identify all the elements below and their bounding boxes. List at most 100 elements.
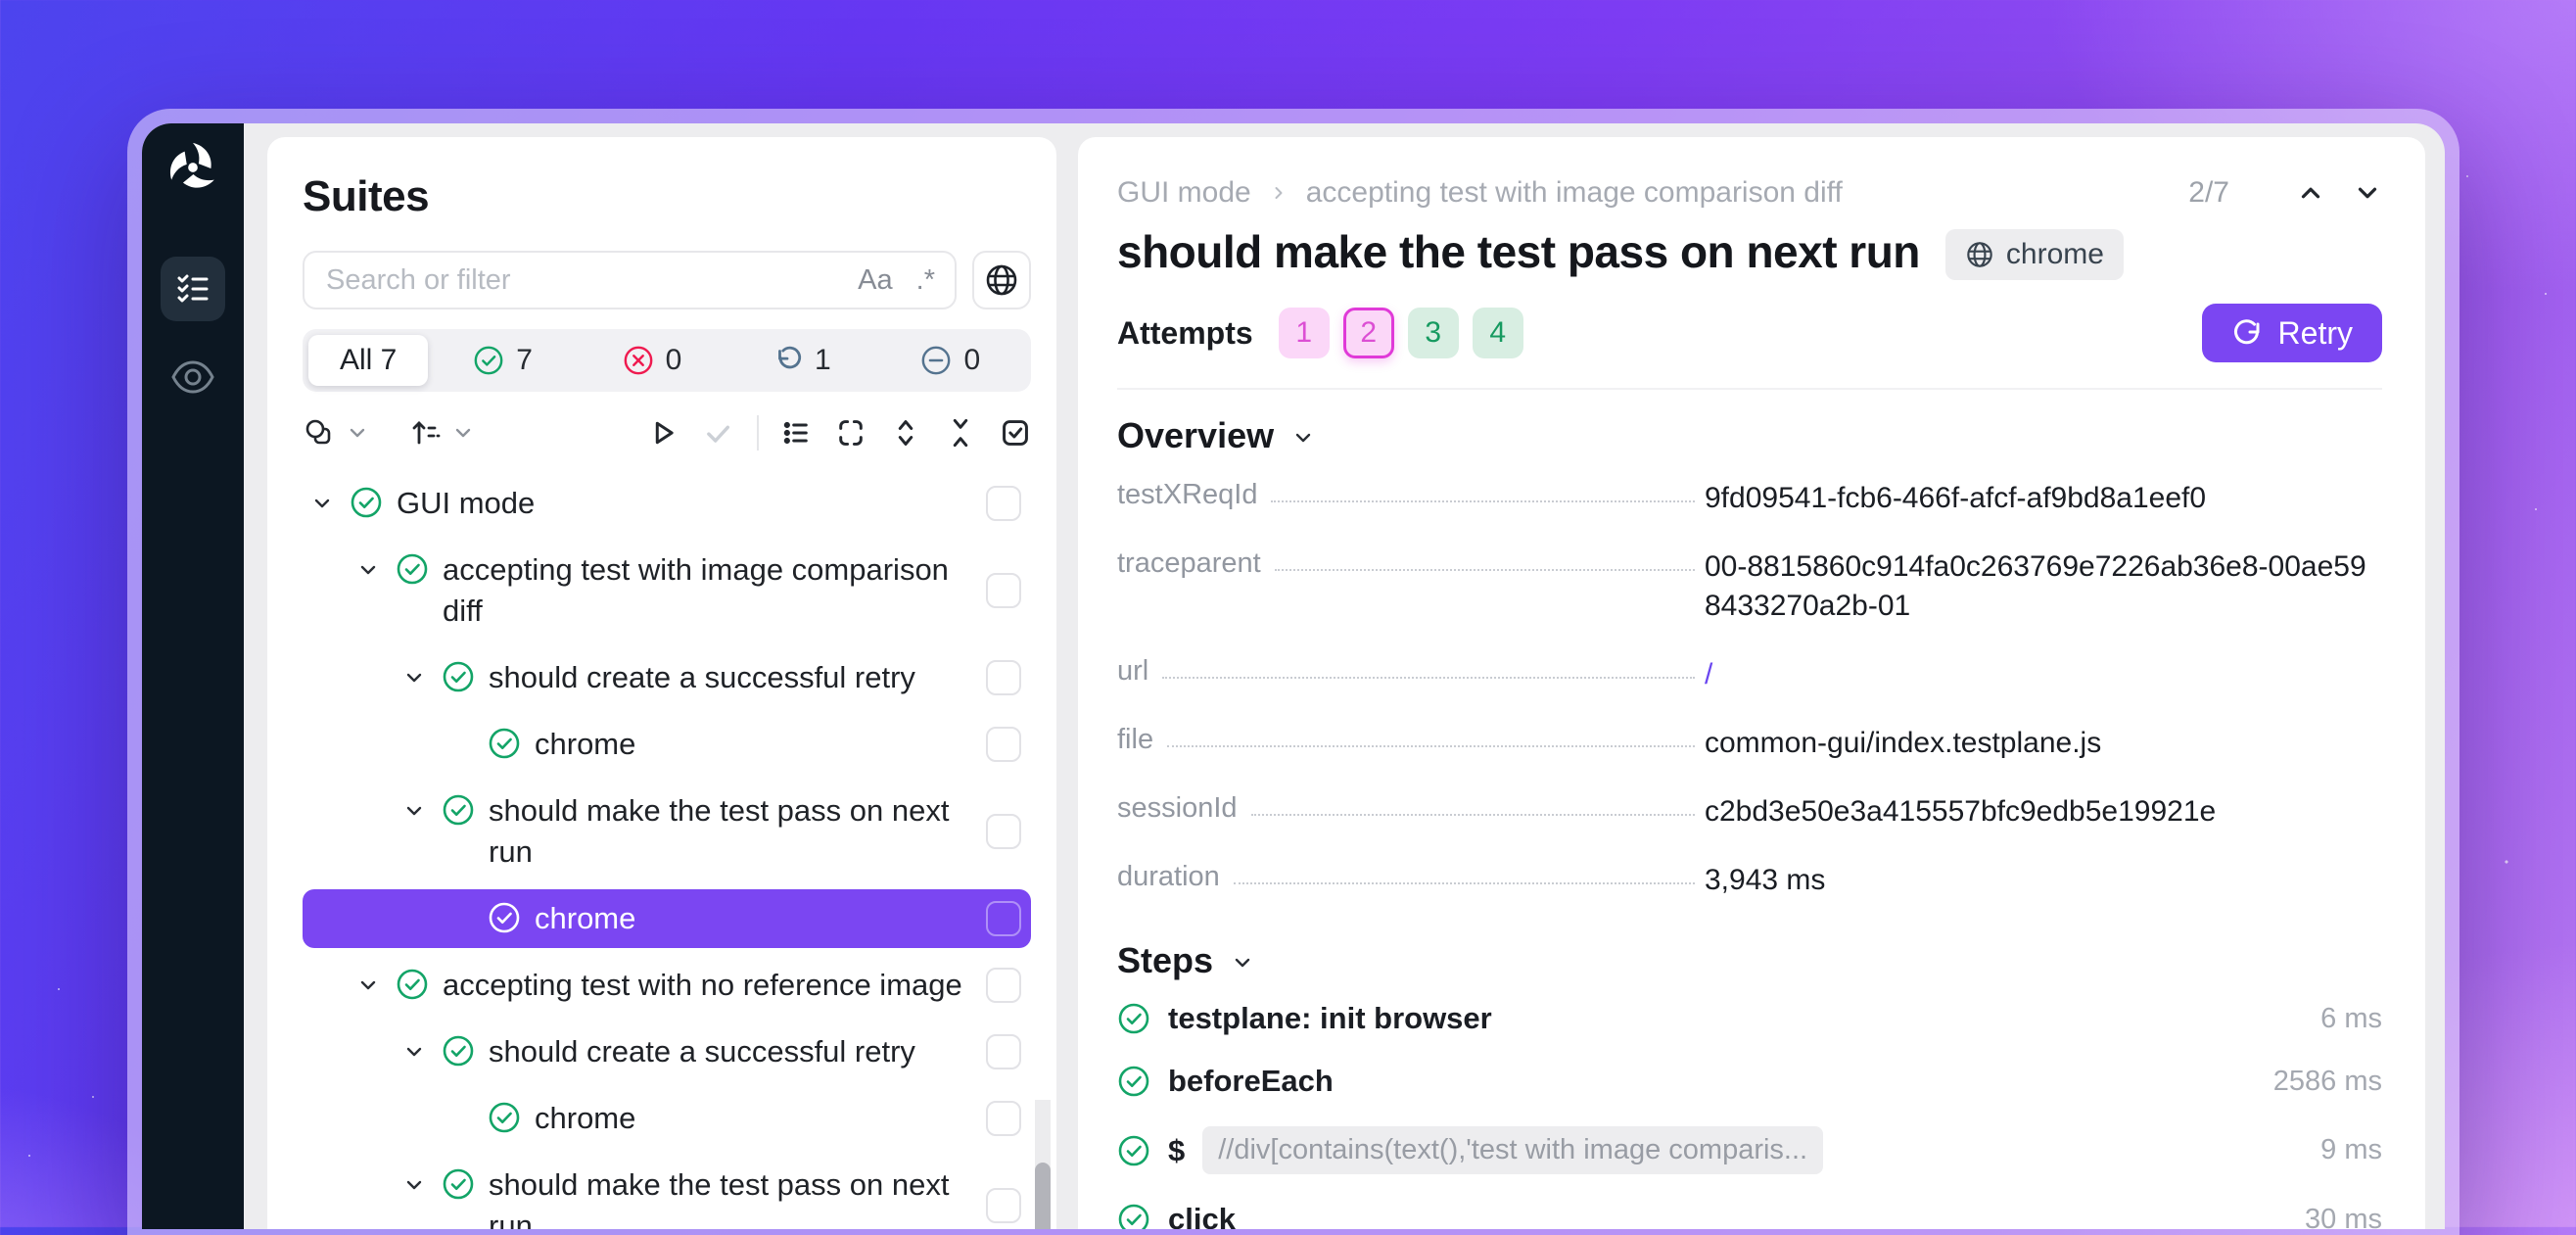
step-name: click xyxy=(1168,1202,1236,1229)
tree-row[interactable]: chrome xyxy=(303,715,1031,774)
status-passed-icon xyxy=(488,901,521,939)
chevron-up-icon xyxy=(2296,178,2325,208)
breadcrumb-suite[interactable]: GUI mode xyxy=(1117,176,1251,210)
sidebar-item-visual-checks[interactable] xyxy=(161,355,225,400)
run-checked-button[interactable] xyxy=(702,417,733,449)
globe-icon xyxy=(984,262,1019,298)
overview-value[interactable]: / xyxy=(1705,655,2380,694)
group-by-caret-icon[interactable] xyxy=(346,421,369,445)
group-by-button[interactable] xyxy=(303,416,336,450)
tree-row-checkbox[interactable] xyxy=(986,1101,1021,1136)
overview-collapse-icon[interactable] xyxy=(1291,426,1315,450)
tree-expand-chevron-icon[interactable] xyxy=(356,558,382,587)
prev-test-button[interactable] xyxy=(2296,178,2325,208)
filter-failed[interactable]: 0 xyxy=(578,344,726,377)
status-passed-icon xyxy=(350,486,383,524)
collapse-all-button[interactable] xyxy=(945,417,976,449)
skipped-icon xyxy=(920,345,952,376)
browser-filter-button[interactable] xyxy=(972,251,1031,309)
tree-row[interactable]: accepting test with no reference image xyxy=(303,956,1031,1015)
tree-row[interactable]: chrome xyxy=(303,1089,1031,1148)
retried-icon xyxy=(772,345,803,376)
tree-row[interactable]: GUI mode xyxy=(303,474,1031,533)
tree-row-checkbox[interactable] xyxy=(986,1188,1021,1223)
tree-row-checkbox[interactable] xyxy=(986,660,1021,695)
toolbar-divider xyxy=(757,415,759,451)
tree-expand-chevron-icon[interactable] xyxy=(402,799,428,828)
focus-mode-button[interactable] xyxy=(835,417,866,449)
step-row[interactable]: click 30 ms xyxy=(1117,1188,2382,1229)
overview-row-left: duration xyxy=(1117,861,1705,893)
tree-expand-chevron-icon[interactable] xyxy=(402,1173,428,1202)
overview-row: testXReqId 9fd09541-fcb6-466f-afcf-af9bd… xyxy=(1117,464,2382,533)
step-row[interactable]: $ //div[contains(text(),'test with image… xyxy=(1117,1113,2382,1188)
tree-row[interactable]: should create a successful retry xyxy=(303,1022,1031,1081)
suites-panel: Suites Aa .* xyxy=(267,137,1056,1229)
filter-skipped[interactable]: 0 xyxy=(876,344,1025,377)
step-duration: 2586 ms xyxy=(2273,1066,2382,1098)
step-row[interactable]: testplane: init browser 6 ms xyxy=(1117,987,2382,1050)
match-case-toggle[interactable]: Aa xyxy=(858,264,892,297)
tree-row[interactable]: should make the test pass on next run xyxy=(303,1156,1031,1229)
failed-count: 0 xyxy=(666,344,682,377)
attempt-pill[interactable]: 2 xyxy=(1343,308,1394,358)
tree-row-checkbox[interactable] xyxy=(986,486,1021,521)
tree-row-checkbox[interactable] xyxy=(986,901,1021,936)
tree-row-checkbox[interactable] xyxy=(986,968,1021,1003)
section-divider xyxy=(1117,388,2382,390)
attempt-pill[interactable]: 4 xyxy=(1473,308,1523,358)
tree-row[interactable]: accepting test with image comparison dif… xyxy=(303,541,1031,641)
tree-toolbar xyxy=(303,415,1031,451)
breadcrumb-describe[interactable]: accepting test with image comparison dif… xyxy=(1306,176,1843,210)
expand-all-button[interactable] xyxy=(890,417,921,449)
steps-collapse-icon[interactable] xyxy=(1231,951,1254,974)
tree-expand-chevron-icon[interactable] xyxy=(402,1040,428,1069)
steps-heading: Steps xyxy=(1117,940,1213,981)
attempt-pill[interactable]: 3 xyxy=(1408,308,1459,358)
tree-row-checkbox[interactable] xyxy=(986,573,1021,608)
group-icon xyxy=(303,416,336,450)
regex-toggle[interactable]: .* xyxy=(916,264,935,297)
filter-passed[interactable]: 7 xyxy=(428,344,577,377)
sidebar-item-suites[interactable] xyxy=(161,257,225,321)
select-all-button[interactable] xyxy=(1000,417,1031,449)
step-duration: 6 ms xyxy=(2320,1003,2382,1035)
status-passed-icon xyxy=(396,968,429,1006)
tree-row-checkbox[interactable] xyxy=(986,1034,1021,1069)
status-passed-icon xyxy=(488,1101,521,1139)
retry-button[interactable]: Retry xyxy=(2202,304,2382,362)
tree-row-label: GUI mode xyxy=(397,483,974,524)
tree-row-label: chrome xyxy=(535,1098,974,1139)
tree-row-checkbox[interactable] xyxy=(986,727,1021,762)
tree-row[interactable]: should create a successful retry xyxy=(303,648,1031,707)
tree-row-checkbox[interactable] xyxy=(986,814,1021,849)
tree-row[interactable]: should make the test pass on next run xyxy=(303,782,1031,881)
tree-row-label: chrome xyxy=(535,724,974,765)
filter-retried[interactable]: 1 xyxy=(726,344,875,377)
overview-row-left: sessionId xyxy=(1117,792,1705,825)
next-test-button[interactable] xyxy=(2353,178,2382,208)
overview-value: 00-8815860c914fa0c263769e7226ab36e8-00ae… xyxy=(1705,547,2380,626)
step-passed-icon xyxy=(1117,1002,1150,1035)
step-row[interactable]: beforeEach 2586 ms xyxy=(1117,1050,2382,1113)
tree-row-label: accepting test with no reference image xyxy=(443,965,974,1006)
tree-scrollbar-thumb[interactable] xyxy=(1035,1163,1051,1229)
sort-caret-icon[interactable] xyxy=(451,421,475,445)
app-window: Suites Aa .* xyxy=(127,109,2459,1235)
sort-button[interactable] xyxy=(408,416,442,450)
tree-expand-chevron-icon[interactable] xyxy=(402,666,428,694)
tree-expand-chevron-icon[interactable] xyxy=(310,492,336,520)
view-list-button[interactable] xyxy=(780,417,812,449)
attempt-pill[interactable]: 1 xyxy=(1279,308,1330,358)
run-button[interactable] xyxy=(647,417,679,449)
dotted-leader xyxy=(1234,861,1695,884)
failed-icon xyxy=(623,345,654,376)
tree-expand-chevron-icon[interactable] xyxy=(356,974,382,1002)
refresh-icon xyxy=(2231,317,2263,349)
passed-count: 7 xyxy=(516,344,533,377)
filter-all[interactable]: All 7 xyxy=(308,335,428,386)
test-detail-panel: GUI mode accepting test with image compa… xyxy=(1078,137,2425,1229)
search-input[interactable] xyxy=(324,263,858,298)
testplane-gui-app: Suites Aa .* xyxy=(142,123,2445,1229)
tree-row[interactable]: chrome xyxy=(303,889,1031,948)
